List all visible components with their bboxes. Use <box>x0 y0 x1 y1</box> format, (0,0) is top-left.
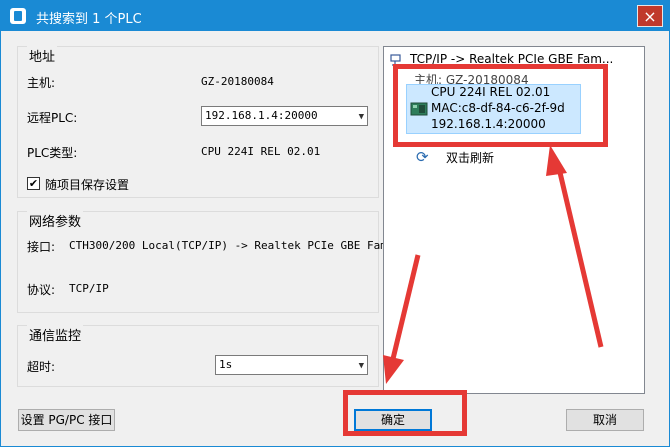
remote-plc-value: 192.168.1.4:20000 <box>205 109 318 122</box>
network-group-title: 网络参数 <box>27 211 84 230</box>
address-group-title: 地址 <box>27 46 58 65</box>
set-pgpc-interface-button[interactable]: 设置 PG/PC 接口 <box>18 409 115 431</box>
monitor-group-title: 通信监控 <box>27 325 84 344</box>
dialog-window: 共搜索到 1 个PLC × 地址 主机: GZ-20180084 远程PLC: … <box>0 0 670 447</box>
timeout-combo[interactable]: 1s ▼ <box>215 355 368 375</box>
interface-label: 接口: <box>27 240 56 254</box>
chevron-down-icon: ▼ <box>358 361 364 371</box>
timeout-label: 超时: <box>27 360 56 374</box>
plc-type-value: CPU 224I REL 02.01 <box>201 145 321 158</box>
remote-plc-label: 远程PLC: <box>27 111 78 125</box>
refresh-icon[interactable]: ⟳ <box>416 148 429 166</box>
checkbox-icon[interactable]: ✔ <box>27 177 40 190</box>
chevron-down-icon: ▼ <box>358 112 364 122</box>
annotation-box-device <box>393 64 608 147</box>
protocol-value: TCP/IP <box>69 282 109 295</box>
cancel-button[interactable]: 取消 <box>566 409 644 431</box>
protocol-label: 协议: <box>27 283 56 297</box>
plc-type-label: PLC类型: <box>27 146 78 160</box>
close-button[interactable]: × <box>637 5 663 27</box>
host-label: 主机: <box>27 76 56 90</box>
title-bar[interactable]: 共搜索到 1 个PLC × <box>1 1 669 31</box>
interface-value: CTH300/200 Local(TCP/IP) -> Realtek PCIe… <box>69 239 401 252</box>
annotation-box-ok <box>343 390 467 436</box>
save-settings-label: 随项目保存设置 <box>45 178 130 192</box>
host-value: GZ-20180084 <box>201 75 274 88</box>
remote-plc-combo[interactable]: 192.168.1.4:20000 ▼ <box>201 106 368 126</box>
refresh-label[interactable]: 双击刷新 <box>446 149 494 166</box>
network-group: 网络参数 <box>17 211 379 313</box>
app-icon <box>10 8 26 24</box>
timeout-value: 1s <box>219 358 233 371</box>
window-title: 共搜索到 1 个PLC <box>36 12 142 27</box>
